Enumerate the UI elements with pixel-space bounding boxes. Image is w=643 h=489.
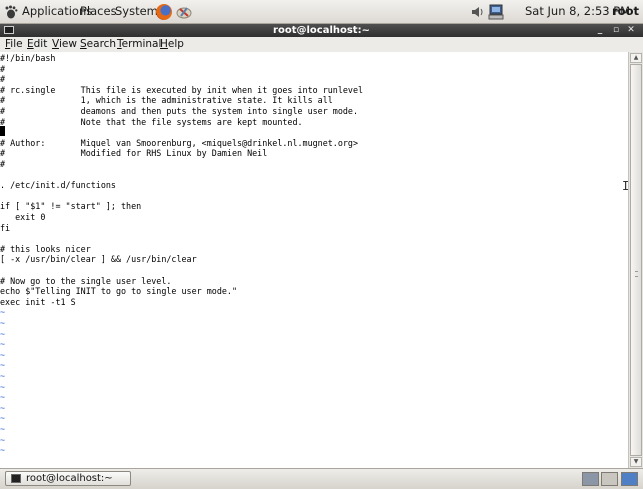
scroll-down-arrow-icon[interactable]: ▼ <box>630 457 642 467</box>
maximize-button[interactable]: ▫ <box>611 24 621 37</box>
workspace-1[interactable] <box>582 472 599 486</box>
terminal-line: # <box>0 159 6 169</box>
terminal-line: # <box>0 63 6 74</box>
terminal-line: exit 0 <box>0 212 46 222</box>
terminal-line: # Now go to the single user level. <box>0 275 172 286</box>
terminal-line: # deamons and then puts the system into … <box>0 106 358 116</box>
terminal-line: # Note that the file systems are kept mo… <box>0 116 303 127</box>
menu-help[interactable]: Help <box>160 37 184 52</box>
terminal-line: # 1, which is the administrative state. … <box>0 95 333 106</box>
empty-buffer-tilde: ~ <box>0 360 6 371</box>
empty-buffer-tilde: ~ <box>0 328 6 339</box>
gnome-foot-icon[interactable] <box>4 5 18 19</box>
empty-buffer-tilde: ~ <box>0 445 6 456</box>
empty-buffer-tilde: ~ <box>0 402 6 413</box>
empty-buffer-tilde: ~ <box>0 318 6 328</box>
scroll-up-arrow-icon[interactable]: ▲ <box>630 53 642 63</box>
window-titlebar[interactable]: root@localhost:~ _ ▫ ✕ <box>0 24 643 37</box>
empty-buffer-tilde: ~ <box>0 371 6 381</box>
trash-icon[interactable] <box>621 472 638 486</box>
places-menu[interactable]: Places <box>80 0 117 23</box>
terminal-line: . /etc/init.d/functions <box>0 180 116 191</box>
minimize-button[interactable]: _ <box>595 24 605 37</box>
scroll-grip-icon <box>635 271 638 277</box>
empty-buffer-tilde: ~ <box>0 381 6 392</box>
terminal-output[interactable]: #!/bin/bash # # # rc.single This file is ex… <box>0 52 628 468</box>
menu-terminal[interactable]: Terminal <box>117 37 161 52</box>
empty-buffer-tilde: ~ <box>0 307 6 318</box>
menubar: File Edit View Search Terminal Help <box>0 37 643 52</box>
menu-view[interactable]: View <box>52 37 77 52</box>
vertical-scrollbar[interactable]: ▲ ▼ <box>628 52 643 468</box>
empty-buffer-tilde: ~ <box>0 349 6 360</box>
bottom-panel: root@localhost:~ <box>0 468 643 489</box>
terminal-line: # Modified for RHS Linux by Damien Neil <box>0 148 268 159</box>
terminal-line: exec init -t1 S <box>0 296 76 307</box>
terminal-line: # <box>0 127 6 138</box>
terminal-line: # <box>0 74 6 85</box>
empty-buffer-tilde: ~ <box>0 434 6 445</box>
empty-buffer-tilde: ~ <box>0 392 6 403</box>
volume-icon[interactable] <box>471 5 485 19</box>
firefox-icon[interactable] <box>156 4 172 20</box>
network-icon[interactable] <box>488 4 504 20</box>
window-title: root@localhost:~ <box>273 25 370 36</box>
terminal-task-icon <box>11 474 21 483</box>
menu-edit[interactable]: Edit <box>27 37 47 52</box>
terminal-line: #!/bin/bash <box>0 53 56 63</box>
empty-buffer-tilde: ~ <box>0 413 6 424</box>
scroll-thumb[interactable] <box>630 64 642 456</box>
terminal-line: if [ "$1" != "start" ]; then <box>0 201 142 212</box>
terminal-line: [ -x /usr/bin/clear ] && /usr/bin/clear <box>0 254 197 265</box>
close-button[interactable]: ✕ <box>626 24 636 37</box>
taskbar-window-button[interactable]: root@localhost:~ <box>5 471 131 486</box>
taskbar-window-label: root@localhost:~ <box>26 473 113 484</box>
system-menu[interactable]: System <box>115 0 158 23</box>
empty-buffer-tilde: ~ <box>0 424 6 434</box>
terminal-line: # rc.single This file is executed by ini… <box>0 84 364 95</box>
empty-buffer-tilde: ~ <box>0 339 6 350</box>
terminal-line: echo $"Telling INIT to go to single user… <box>0 286 237 297</box>
menu-file[interactable]: File <box>5 37 23 52</box>
terminal-line: # this looks nicer <box>0 243 91 254</box>
menu-search[interactable]: Search <box>80 37 116 52</box>
tools-icon[interactable] <box>176 4 192 20</box>
workspace-2[interactable] <box>601 472 618 486</box>
user-menu[interactable]: root <box>612 0 639 23</box>
terminal-line: fi <box>0 222 11 233</box>
terminal-line: # Author: Miquel van Smoorenburg, <mique… <box>0 137 358 148</box>
top-panel: Applications Places System Sat Jun 8, 2:… <box>0 0 643 24</box>
